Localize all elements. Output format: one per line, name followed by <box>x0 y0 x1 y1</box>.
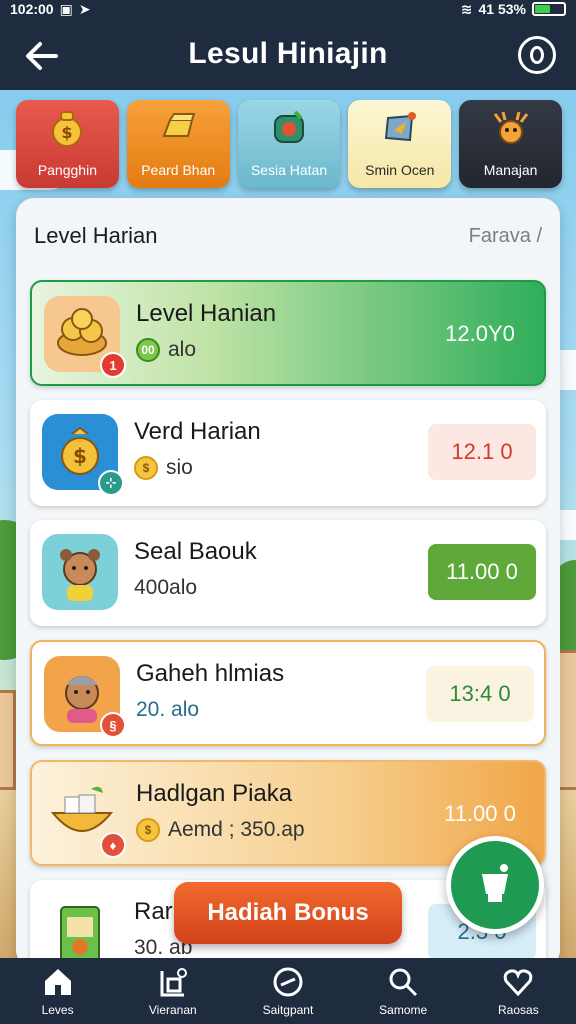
list-item[interactable]: $ ⊹ Verd Harian $ sio 12.1 0 <box>30 400 546 506</box>
reward-value: 12.0Y0 <box>445 321 515 346</box>
tab-label: Peard Bhan <box>141 162 216 178</box>
coins-icon: 1 <box>44 296 126 378</box>
elder-character-icon: § <box>44 656 126 738</box>
tab-label: Pangghin <box>37 162 97 178</box>
nav-item-raosas[interactable]: Raosas <box>473 965 563 1017</box>
bonus-button[interactable]: Hadiah Bonus <box>174 882 402 944</box>
svg-text:$: $ <box>73 444 87 468</box>
compass-icon <box>271 965 305 999</box>
food-bowl-icon: ♦ <box>44 776 126 858</box>
card-subtitle: sio <box>166 456 193 479</box>
coin-icon: 00 <box>136 338 160 362</box>
list-item[interactable]: Seal Baouk 400alo 11.00 0 <box>30 520 546 626</box>
nav-label: Raosas <box>498 1003 539 1017</box>
fire-badge-icon: ♦ <box>100 832 126 858</box>
card-subtitle: alo <box>168 338 197 361</box>
reward-value: 11.00 0 <box>428 544 536 600</box>
location-arrow-icon: ➤ <box>78 0 91 17</box>
card-title: Seal Baouk <box>134 538 257 565</box>
card-subtitle: 400alo <box>134 576 198 599</box>
back-arrow-icon <box>26 42 58 70</box>
nav-item-saitgpant[interactable]: Saitgpant <box>243 965 333 1017</box>
gift-badge-icon: § <box>100 712 126 738</box>
panel-link[interactable]: Farava / <box>469 225 542 248</box>
category-tabs: $ Pangghin Peard Bhan Sesia Hatan Smin O… <box>16 100 562 188</box>
nav-label: Saitgpant <box>262 1003 314 1017</box>
shop-icon <box>156 965 190 999</box>
panel-title: Level Harian <box>34 223 158 248</box>
app-header: Lesul Hiniajin <box>0 18 576 90</box>
settings-button[interactable] <box>518 36 556 74</box>
coin-icon: $ <box>136 818 160 842</box>
notification-icon: ▣ <box>59 0 73 17</box>
level-badge: 1 <box>100 352 126 378</box>
list-item[interactable]: 1 Level Hanian 00 alo 12.0Y0 <box>30 280 546 386</box>
coin-icon: $ <box>134 456 158 480</box>
tab-label: Smin Ocen <box>365 162 435 178</box>
gem-icon <box>269 108 309 148</box>
tab-peard-bhan[interactable]: Peard Bhan <box>126 100 230 188</box>
compass-icon <box>380 108 420 148</box>
wifi-icon: ≋ <box>460 0 473 17</box>
bottom-navigation: Leves Vieranan Saitgpant Samome Raosas <box>0 958 576 1024</box>
card-title: Hadlgan Piaka <box>136 780 293 807</box>
page-title: Lesul Hiniajin <box>188 37 388 70</box>
nav-label: Leves <box>41 1003 74 1017</box>
tab-label: Sesia Hatan <box>250 162 328 178</box>
tab-sesia-hatan[interactable]: Sesia Hatan <box>237 100 341 188</box>
tab-manajan[interactable]: Manajan <box>459 100 562 188</box>
status-time: 102:00 <box>10 1 54 17</box>
settings-icon <box>530 46 544 64</box>
tab-label: Manajan <box>483 162 538 178</box>
back-button[interactable] <box>22 36 62 76</box>
card-title: Gaheh hlmias <box>136 660 285 687</box>
tab-smin-ocen[interactable]: Smin Ocen <box>348 100 452 188</box>
trophy-icon <box>482 864 508 902</box>
character-icon <box>42 534 118 610</box>
tab-pangghin[interactable]: $ Pangghin <box>16 100 119 188</box>
battery-icon <box>532 2 566 16</box>
deer-icon <box>491 108 531 148</box>
card-subtitle: 20. alo <box>136 698 200 721</box>
heart-icon <box>501 965 535 999</box>
money-bag-icon: $ ⊹ <box>42 414 124 496</box>
home-icon <box>41 965 75 999</box>
card-title: Verd Harian <box>134 418 261 445</box>
panel-header: Level Harian Farava / <box>16 198 560 274</box>
nav-item-samome[interactable]: Samome <box>358 965 448 1017</box>
juice-box-icon <box>42 894 118 968</box>
nav-label: Samome <box>379 1003 428 1017</box>
money-bag-icon: $ <box>47 108 87 148</box>
battery-text: 41 53% <box>478 1 526 17</box>
share-badge-icon: ⊹ <box>98 470 124 496</box>
nav-label: Vieranan <box>148 1003 197 1017</box>
reward-value: 13:4 0 <box>426 666 534 722</box>
reward-value: 11.00 0 <box>444 801 516 826</box>
search-icon <box>386 965 420 999</box>
nav-item-leves[interactable]: Leves <box>13 965 103 1017</box>
card-subtitle: Aemd ; 350.ap <box>168 818 305 841</box>
status-bar: 102:00 ▣ ➤ ≋ 41 53% <box>0 0 576 18</box>
gold-bar-icon <box>158 108 198 148</box>
svg-text:$: $ <box>62 123 73 142</box>
card-title: Level Hanian <box>136 300 277 327</box>
reward-value: 12.1 0 <box>428 424 536 480</box>
list-item[interactable]: § Gaheh hlmias 20. alo 13:4 0 <box>30 640 546 746</box>
gift-fab-button[interactable] <box>446 836 544 934</box>
nav-item-vieranan[interactable]: Vieranan <box>128 965 218 1017</box>
